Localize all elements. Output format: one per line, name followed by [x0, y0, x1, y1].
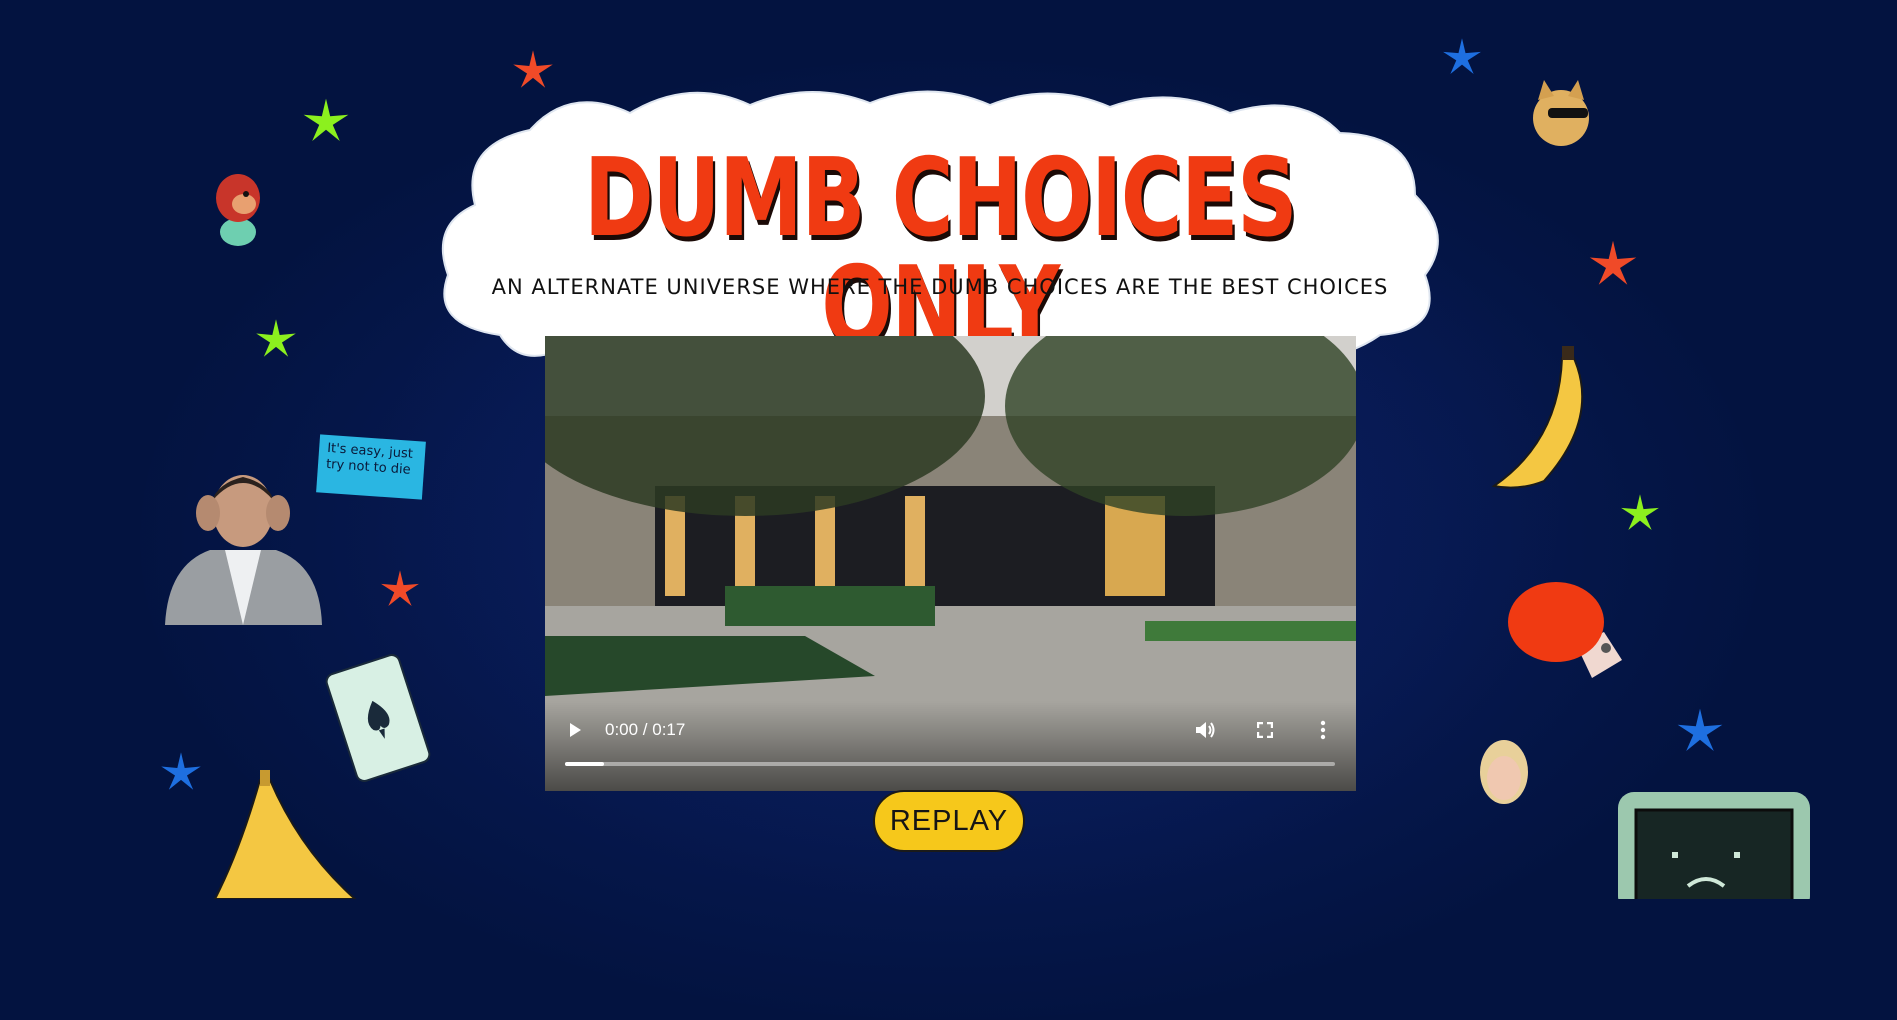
tv-sticker	[1618, 792, 1810, 899]
star-icon	[1443, 38, 1481, 75]
boxing-glove-sticker	[1508, 582, 1622, 678]
star-icon	[1589, 240, 1637, 285]
page-title: DUMB CHOICES ONLY	[583, 136, 1298, 369]
ace-card-sticker	[325, 654, 431, 782]
video-progress-bar[interactable]	[565, 762, 1335, 766]
video-player[interactable]: 0:00 / 0:17	[545, 336, 1356, 791]
star-icon	[303, 98, 349, 141]
girl-sticker	[1480, 740, 1528, 804]
fullscreen-icon[interactable]	[1257, 722, 1273, 738]
replay-button[interactable]: REPLAY	[873, 790, 1025, 852]
star-icon	[161, 752, 201, 790]
man-sticker	[165, 475, 322, 625]
page-subtitle: AN ALTERNATE UNIVERSE WHERE THE DUMB CHO…	[491, 275, 1389, 299]
banana-sticker	[1491, 346, 1584, 489]
doge-sticker	[1533, 80, 1589, 146]
more-options-icon[interactable]	[1320, 720, 1326, 740]
star-icon	[381, 570, 419, 607]
puppet-sticker	[216, 174, 260, 246]
video-progress-fill	[565, 762, 604, 766]
video-controls	[545, 701, 1356, 791]
star-icon	[1621, 494, 1659, 531]
speech-bubble: It's easy, just try not to die	[316, 434, 426, 500]
video-time: 0:00 / 0:17	[605, 720, 686, 739]
speech-bubble-text: It's easy, just try not to die	[325, 440, 414, 479]
star-icon	[1677, 708, 1723, 751]
volume-icon[interactable]	[1195, 720, 1217, 740]
play-icon[interactable]	[567, 722, 583, 738]
star-icon	[256, 319, 296, 357]
banana-sticker	[213, 770, 357, 899]
header-cloud: DUMB CHOICES ONLY AN ALTERNATE UNIVERSE …	[430, 85, 1450, 375]
